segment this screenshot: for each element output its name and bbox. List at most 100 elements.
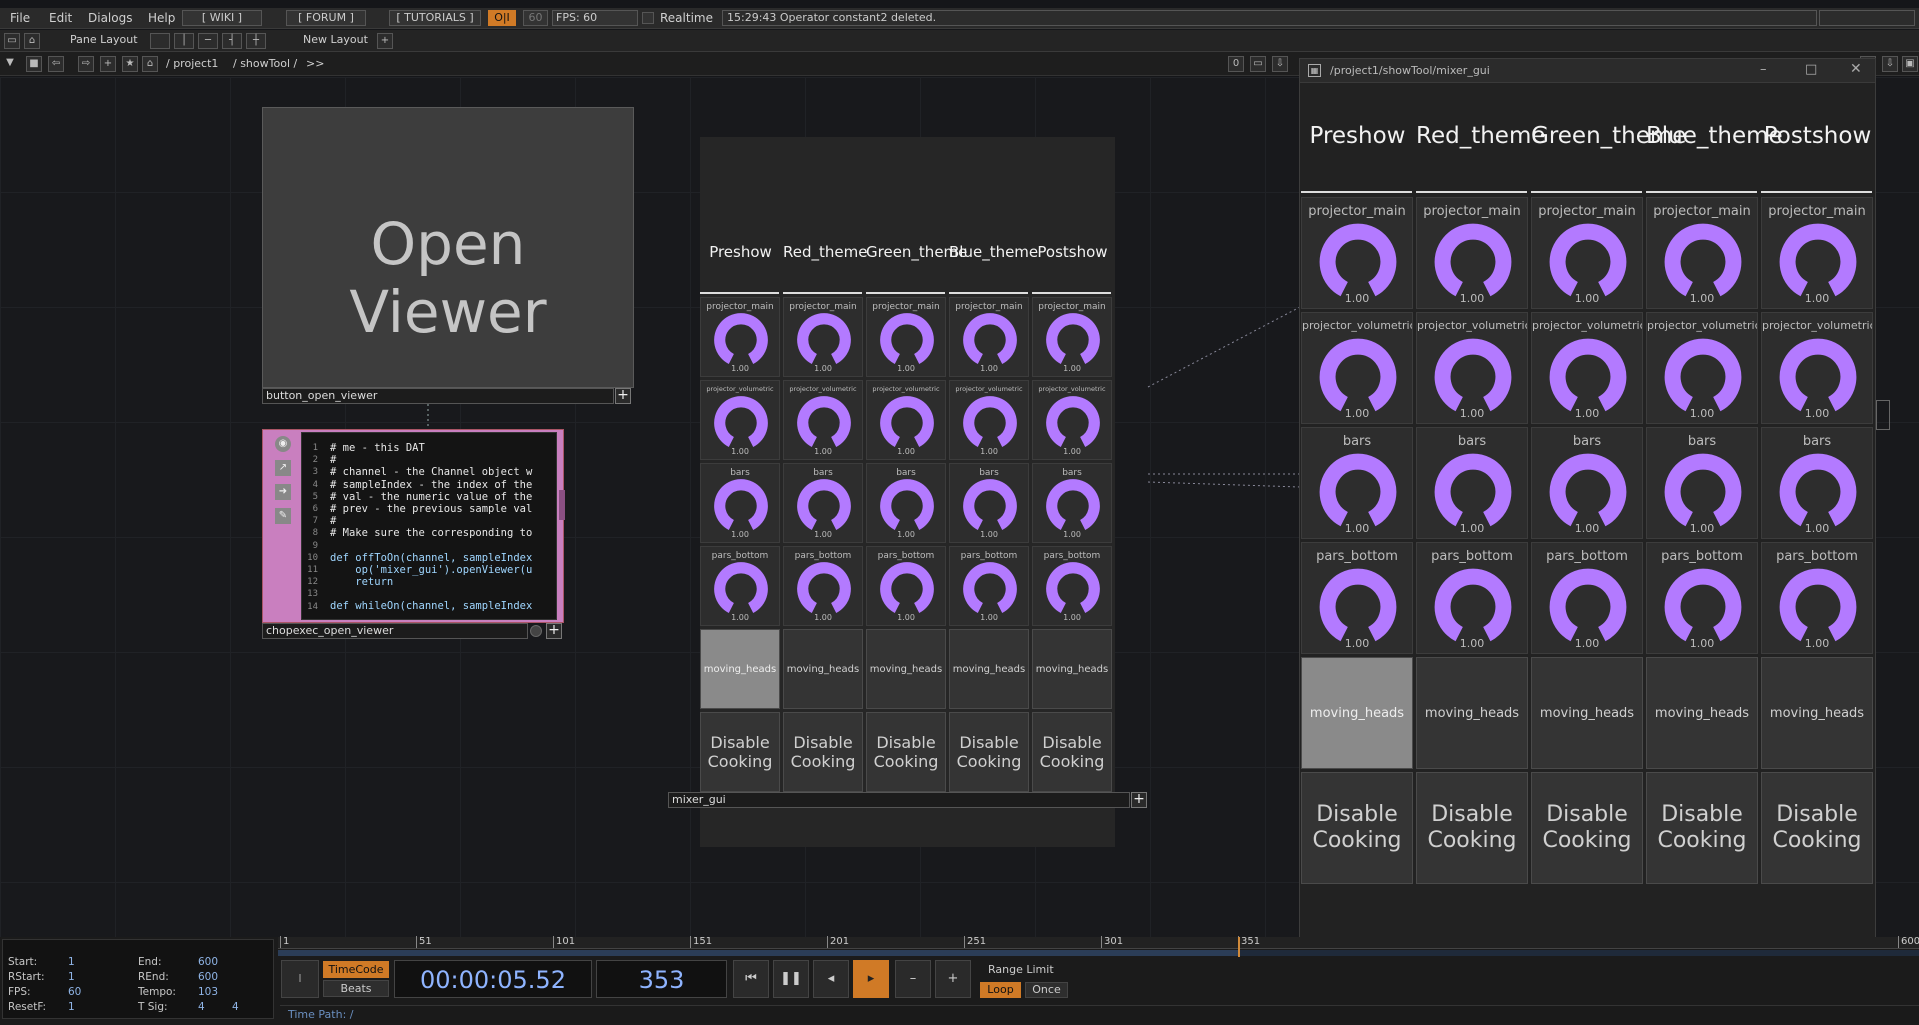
back-icon[interactable]: ⇦ — [48, 56, 64, 72]
viewer-window[interactable]: ▦ /project1/showTool/mixer_gui – □ ✕ Pre… — [1299, 58, 1876, 988]
moving-heads-toggle[interactable]: moving_heads — [949, 629, 1029, 709]
disable-cooking-button[interactable]: Disable Cooking — [1416, 772, 1528, 884]
once-button[interactable]: Once — [1025, 982, 1068, 998]
edge-handle[interactable] — [1876, 400, 1890, 430]
knob-dial-icon[interactable] — [713, 478, 769, 538]
layout-split-h-icon[interactable]: ─ — [198, 33, 218, 49]
knob-dial-icon[interactable] — [713, 312, 769, 372]
moving-heads-toggle[interactable]: moving_heads — [700, 629, 780, 709]
timeline-bar[interactable] — [278, 950, 1919, 956]
minus-icon[interactable]: – — [895, 960, 931, 998]
knob-cell-projector-main[interactable]: projector_main 1.00 — [1301, 197, 1413, 309]
fps-box[interactable]: 60 — [523, 10, 548, 26]
knob-cell-projector-main[interactable]: projector_main 1.00 — [1416, 197, 1528, 309]
playhead[interactable] — [1238, 937, 1240, 957]
dropdown-icon[interactable]: ▼ — [2, 56, 18, 72]
knob-cell-projector-volumetric[interactable]: projector_volumetric 1.00 — [1646, 312, 1758, 424]
window-icon[interactable]: ▭ — [4, 33, 20, 49]
knob-cell-projector-volumetric[interactable]: projector_volumetric 1.00 — [1301, 312, 1413, 424]
path-more[interactable]: >> — [306, 57, 324, 70]
knob-cell-pars-bottom[interactable]: pars_bottom 1.00 — [1301, 542, 1413, 654]
timecode-display[interactable]: 00:00:05.52 — [394, 960, 592, 998]
moving-heads-toggle[interactable]: moving_heads — [1032, 629, 1112, 709]
knob-cell-pars-bottom[interactable]: pars_bottom 1.00 — [700, 546, 780, 626]
knob-cell-bars[interactable]: bars 1.00 — [1416, 427, 1528, 539]
realtime-toggle-button[interactable]: O|I — [488, 10, 516, 26]
knob-cell-bars[interactable]: bars 1.00 — [1761, 427, 1873, 539]
moving-heads-toggle[interactable]: moving_heads — [1301, 657, 1413, 769]
knob-dial-icon[interactable] — [962, 395, 1018, 455]
knob-cell-projector-volumetric[interactable]: projector_volumetric 1.00 — [1416, 312, 1528, 424]
home-icon[interactable]: ⌂ — [142, 56, 158, 72]
mixer-gui-node[interactable]: Preshow projector_main 1.00 projector_volum… — [700, 137, 1115, 847]
tsig-value-1[interactable]: 4 — [198, 1001, 205, 1013]
knob-dial-icon[interactable] — [1045, 478, 1101, 538]
menu-file[interactable]: File — [10, 11, 30, 25]
knob-cell-pars-bottom[interactable]: pars_bottom 1.00 — [1761, 542, 1873, 654]
knob-cell-projector-volumetric[interactable]: projector_volumetric 1.00 — [783, 380, 863, 460]
knob-dial-icon[interactable] — [713, 561, 769, 621]
rewind-icon[interactable]: ⏮ — [733, 960, 769, 998]
layout-three-icon[interactable]: ┤ — [222, 33, 242, 49]
zero-button[interactable]: 0 — [1228, 56, 1244, 72]
star-icon[interactable]: ★ — [122, 56, 138, 72]
fps-value[interactable]: 60 — [68, 986, 81, 998]
pane-download-icon[interactable]: ⇩ — [1882, 56, 1898, 72]
knob-dial-icon[interactable] — [879, 312, 935, 372]
layout-single-icon[interactable] — [150, 33, 170, 49]
knob-cell-projector-volumetric[interactable]: projector_volumetric 1.00 — [866, 380, 946, 460]
knob-cell-projector-main[interactable]: projector_main 1.00 — [1761, 197, 1873, 309]
knob-dial-icon[interactable] — [796, 561, 852, 621]
disable-cooking-button[interactable]: Disable Cooking — [1646, 772, 1758, 884]
knob-cell-pars-bottom[interactable]: pars_bottom 1.00 — [1416, 542, 1528, 654]
timeline-ruler[interactable]: 1 51 101 151 201 251 301 351 600 — [278, 936, 1919, 949]
knob-dial-icon[interactable] — [962, 312, 1018, 372]
play-icon[interactable]: ▸ — [853, 960, 889, 998]
resetf-value[interactable]: 1 — [68, 1001, 75, 1013]
button-node-add[interactable]: + — [615, 388, 631, 404]
network-icon[interactable]: ⌂ — [24, 33, 40, 49]
mixer-gui-large[interactable]: Preshow projector_main 1.00 projector_volum… — [1301, 89, 1876, 989]
knob-cell-pars-bottom[interactable]: pars_bottom 1.00 — [1646, 542, 1758, 654]
chop-viewer-icon[interactable]: ◉ — [275, 436, 291, 452]
moving-heads-toggle[interactable]: moving_heads — [1646, 657, 1758, 769]
mixer-node-add[interactable]: + — [1131, 792, 1147, 808]
menu-edit[interactable]: Edit — [49, 11, 72, 25]
forum-button[interactable]: [ FORUM ] — [286, 10, 366, 26]
knob-cell-bars[interactable]: bars 1.00 — [783, 463, 863, 543]
knob-cell-projector-main[interactable]: projector_main 1.00 — [1032, 297, 1112, 377]
tutorials-button[interactable]: [ TUTORIALS ] — [389, 10, 481, 26]
button-node[interactable]: Open Viewer — [262, 107, 634, 388]
moving-heads-toggle[interactable]: moving_heads — [1761, 657, 1873, 769]
knob-cell-bars[interactable]: bars 1.00 — [700, 463, 780, 543]
viewer-icon[interactable]: ▭ — [1250, 56, 1266, 72]
knob-cell-bars[interactable]: bars 1.00 — [866, 463, 946, 543]
knob-cell-pars-bottom[interactable]: pars_bottom 1.00 — [949, 546, 1029, 626]
knob-cell-pars-bottom[interactable]: pars_bottom 1.00 — [866, 546, 946, 626]
knob-dial-icon[interactable] — [879, 395, 935, 455]
chop-code-area[interactable]: 1 2 3 4 5 6 7 8 9 10 11 12 13 14 # me - this DAT # # ch… — [301, 432, 557, 620]
knob-dial-icon[interactable] — [1045, 395, 1101, 455]
disable-cooking-button[interactable]: Disable Cooking — [783, 712, 863, 792]
beats-button[interactable]: Beats — [323, 980, 389, 997]
knob-cell-projector-main[interactable]: projector_main 1.00 — [1531, 197, 1643, 309]
layout-four-icon[interactable]: ┼ — [246, 33, 266, 49]
rend-value[interactable]: 600 — [198, 971, 218, 983]
knob-dial-icon[interactable] — [1045, 561, 1101, 621]
i-button[interactable]: I — [281, 960, 319, 998]
moving-heads-toggle[interactable]: moving_heads — [783, 629, 863, 709]
rstart-value[interactable]: 1 — [68, 971, 75, 983]
tsig-value-2[interactable]: 4 — [232, 1001, 239, 1013]
step-back-icon[interactable]: ◂ — [813, 960, 849, 998]
knob-cell-projector-main[interactable]: projector_main 1.00 — [700, 297, 780, 377]
disable-cooking-button[interactable]: Disable Cooking — [700, 712, 780, 792]
knob-cell-projector-main[interactable]: projector_main 1.00 — [949, 297, 1029, 377]
end-value[interactable]: 600 — [198, 956, 218, 968]
knob-cell-projector-main[interactable]: projector_main 1.00 — [1646, 197, 1758, 309]
moving-heads-toggle[interactable]: moving_heads — [1416, 657, 1528, 769]
wiki-button[interactable]: [ WIKI ] — [182, 10, 262, 26]
timecode-button[interactable]: TimeCode — [323, 961, 389, 978]
knob-dial-icon[interactable] — [879, 561, 935, 621]
knob-dial-icon[interactable] — [713, 395, 769, 455]
knob-cell-pars-bottom[interactable]: pars_bottom 1.00 — [783, 546, 863, 626]
